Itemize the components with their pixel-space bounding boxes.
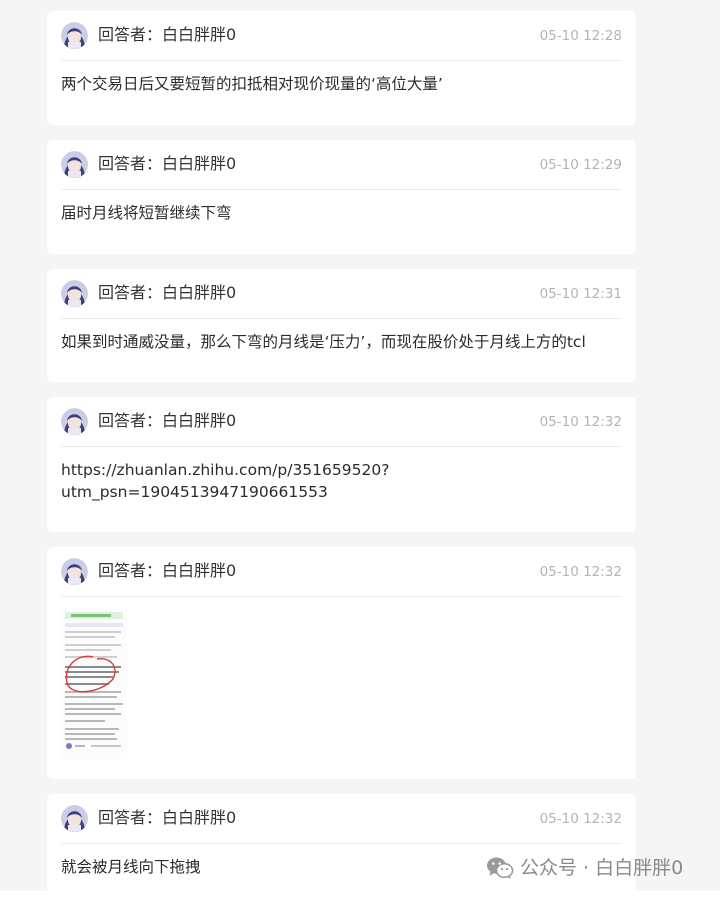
answer-author: 回答者：白白胖胖0 — [98, 411, 237, 430]
answer-time: 05-10 12:32 — [539, 811, 622, 827]
avatar[interactable] — [61, 805, 88, 832]
answer-author: 回答者：白白胖胖0 — [98, 283, 237, 302]
answer-header: 回答者：白白胖胖0 05-10 12:28 — [61, 11, 622, 61]
answer-text: 如果到时通威没量，那么下弯的月线是‘压力’，而现在股价处于月线上方的tcl — [61, 333, 586, 351]
answer-header: 回答者：白白胖胖0 05-10 12:31 — [61, 269, 622, 319]
answer-card: 回答者：白白胖胖0 05-10 12:29 届时月线将短暂继续下弯 — [47, 140, 636, 254]
answer-author: 回答者：白白胖胖0 — [98, 25, 237, 44]
answer-header: 回答者：白白胖胖0 05-10 12:32 — [61, 547, 622, 597]
answer-time: 05-10 12:29 — [539, 157, 622, 173]
screenshot-thumbnail[interactable] — [61, 609, 127, 759]
avatar[interactable] — [61, 558, 88, 585]
answer-time: 05-10 12:32 — [539, 564, 622, 580]
answer-card: 回答者：白白胖胖0 05-10 12:31 如果到时通威没量，那么下弯的月线是‘… — [47, 269, 636, 382]
avatar[interactable] — [61, 280, 88, 307]
answer-author: 回答者：白白胖胖0 — [98, 561, 237, 580]
avatar[interactable] — [61, 151, 88, 178]
answer-author: 回答者：白白胖胖0 — [98, 154, 237, 173]
avatar[interactable] — [61, 22, 88, 49]
answer-time: 05-10 12:28 — [539, 28, 622, 44]
avatar[interactable] — [61, 408, 88, 435]
answer-time: 05-10 12:32 — [539, 414, 622, 430]
answer-text: 两个交易日后又要短暂的扣抵相对现价现量的‘高位大量’ — [61, 75, 443, 93]
answer-time: 05-10 12:31 — [539, 286, 622, 302]
answer-text: 届时月线将短暂继续下弯 — [61, 204, 232, 222]
bottom-divider — [0, 891, 720, 897]
watermark-text: 公众号 · 白白胖胖0 — [520, 857, 684, 879]
answer-link[interactable]: https://zhuanlan.zhihu.com/p/351659520?u… — [61, 459, 391, 503]
answer-author: 回答者：白白胖胖0 — [98, 808, 237, 827]
answer-card: 回答者：白白胖胖0 05-10 12:32 https://zhuanlan.z… — [47, 397, 636, 532]
answer-header: 回答者：白白胖胖0 05-10 12:32 — [61, 397, 622, 447]
answer-card: 回答者：白白胖胖0 05-10 12:32 — [47, 547, 636, 779]
wechat-icon — [486, 856, 514, 880]
answer-header: 回答者：白白胖胖0 05-10 12:32 — [61, 794, 622, 844]
answer-card: 回答者：白白胖胖0 05-10 12:28 两个交易日后又要短暂的扣抵相对现价现… — [47, 11, 636, 125]
answer-card: 回答者：白白胖胖0 05-10 12:32 就会被月线向下拖拽 — [47, 794, 636, 897]
answer-header: 回答者：白白胖胖0 05-10 12:29 — [61, 140, 622, 190]
